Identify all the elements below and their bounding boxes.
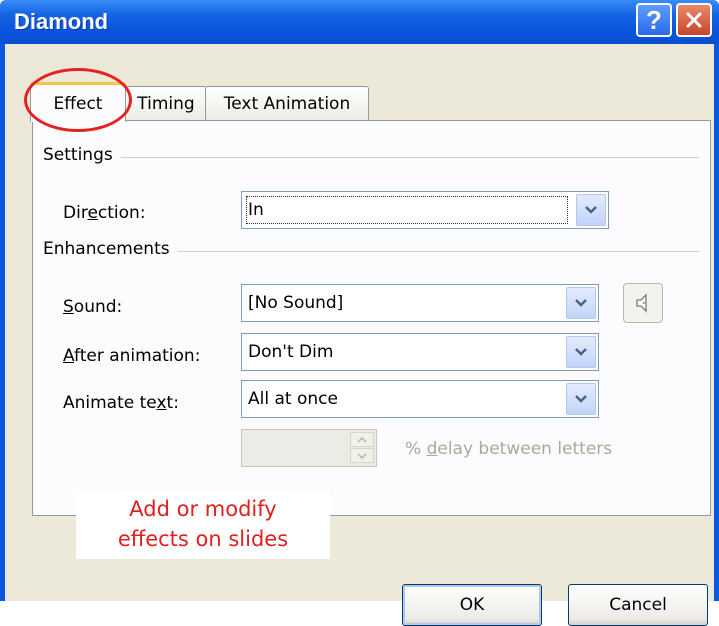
chevron-down-icon	[575, 348, 587, 356]
window-title: Diamond	[14, 9, 109, 34]
chevron-down-icon	[357, 452, 367, 459]
animate-text-dropdown-button[interactable]	[566, 383, 596, 415]
direction-select[interactable]: In	[241, 191, 609, 229]
annotation-callout: Add or modify effects on slides	[76, 492, 330, 559]
delay-label: % delay between letters	[405, 439, 613, 459]
direction-label: Direction:	[63, 203, 146, 223]
sound-dropdown-button[interactable]	[566, 287, 596, 319]
help-button[interactable]: ?	[636, 3, 672, 37]
tab-panel-effect: Settings Direction: In Enhancements Soun…	[32, 120, 711, 516]
settings-divider	[43, 157, 699, 158]
animate-text-select[interactable]: All at once	[241, 380, 599, 418]
chevron-down-icon	[575, 395, 587, 403]
annotation-line-2: effects on slides	[117, 527, 289, 551]
after-animation-dropdown-button[interactable]	[566, 336, 596, 368]
tab-text-animation[interactable]: Text Animation	[205, 86, 369, 120]
cancel-button[interactable]: Cancel	[568, 584, 708, 626]
animate-text-value: All at once	[248, 389, 338, 409]
chevron-down-icon	[575, 299, 587, 307]
focus-rect	[246, 196, 568, 224]
sound-label: Sound:	[63, 297, 123, 317]
spin-up-button[interactable]	[350, 432, 374, 447]
after-animation-value: Don't Dim	[248, 342, 334, 362]
tab-effect[interactable]: Effect	[30, 82, 126, 122]
sound-value: [No Sound]	[248, 293, 344, 313]
sound-select[interactable]: [No Sound]	[241, 284, 599, 322]
spin-down-button[interactable]	[350, 448, 374, 463]
sound-preview-button[interactable]	[623, 283, 663, 323]
settings-heading: Settings	[43, 145, 121, 165]
chevron-down-icon	[585, 206, 597, 214]
annotation-line-1: Add or modify	[129, 497, 277, 521]
chevron-up-icon	[357, 436, 367, 443]
ok-button[interactable]: OK	[402, 584, 542, 626]
delay-spinner[interactable]	[241, 429, 377, 467]
tab-strip: Effect Timing Text Animation	[5, 44, 714, 122]
animate-text-label: Animate text:	[63, 393, 179, 413]
spinner-arrows[interactable]	[350, 432, 374, 464]
speaker-icon	[636, 293, 647, 313]
help-icon: ?	[646, 4, 662, 35]
direction-value: In	[248, 200, 264, 220]
close-button[interactable]	[676, 3, 712, 37]
enhancements-heading: Enhancements	[43, 239, 178, 259]
close-icon	[686, 12, 702, 28]
title-bar[interactable]: Diamond ?	[0, 0, 719, 44]
after-animation-select[interactable]: Don't Dim	[241, 333, 599, 371]
direction-dropdown-button[interactable]	[576, 194, 606, 226]
tab-timing[interactable]: Timing	[125, 86, 207, 120]
after-animation-label: After animation:	[63, 346, 201, 366]
